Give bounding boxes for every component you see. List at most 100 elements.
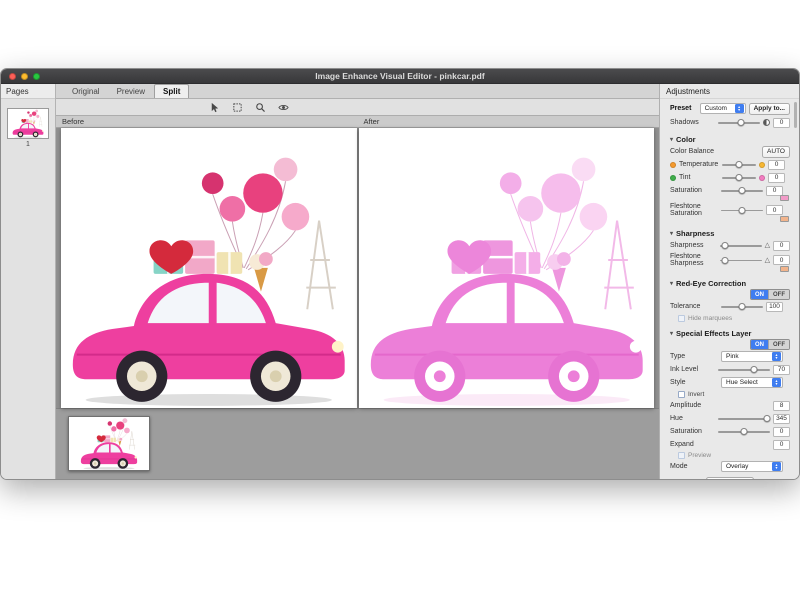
effect-type-label: Type bbox=[670, 353, 718, 360]
tolerance-value[interactable]: 100 bbox=[766, 302, 783, 312]
sharpness-triangle-icon: △ bbox=[765, 242, 770, 249]
fleshtone-saturation-swatch[interactable] bbox=[780, 216, 789, 222]
ink-level-slider[interactable] bbox=[718, 365, 770, 374]
tab-split[interactable]: Split bbox=[154, 84, 189, 98]
red-eye-section-header[interactable]: ▾ Red-Eye Correction bbox=[670, 277, 790, 289]
effect-saturation-value[interactable]: 0 bbox=[773, 427, 790, 437]
shadows-slider[interactable] bbox=[718, 118, 760, 127]
zoom-window-icon[interactable] bbox=[33, 73, 40, 80]
title-bar: Image Enhance Visual Editor - pinkcar.pd… bbox=[1, 69, 799, 84]
hide-marquees-checkbox[interactable] bbox=[678, 315, 685, 322]
sharpness-label: Sharpness bbox=[670, 242, 717, 249]
pages-panel: Pages 1 bbox=[1, 84, 56, 480]
effect-style-dropdown[interactable]: Hue Select ▲▼ bbox=[721, 377, 783, 388]
marquee-tool-icon[interactable] bbox=[231, 101, 243, 113]
page-thumbnail[interactable] bbox=[7, 108, 49, 139]
fleshtone-saturation-slider[interactable] bbox=[721, 206, 763, 215]
mode-label: Mode bbox=[670, 463, 718, 470]
adjustments-panel: Adjustments Preset Custom ▲▼ Apply to...… bbox=[659, 84, 799, 480]
select-tool-icon[interactable] bbox=[208, 101, 220, 113]
ink-level-value[interactable]: 70 bbox=[773, 365, 790, 375]
hue-slider[interactable] bbox=[718, 414, 770, 423]
close-window-icon[interactable] bbox=[9, 73, 16, 80]
effect-saturation-slider[interactable] bbox=[718, 427, 770, 436]
tolerance-label: Tolerance bbox=[670, 303, 718, 310]
tab-preview[interactable]: Preview bbox=[109, 84, 153, 98]
temperature-value[interactable]: 0 bbox=[768, 160, 785, 170]
after-canvas[interactable] bbox=[359, 128, 655, 408]
dropdown-arrows-icon: ▲▼ bbox=[772, 378, 781, 387]
before-label: Before bbox=[56, 116, 358, 127]
effect-type-value: Pink bbox=[726, 353, 739, 360]
window-title: Image Enhance Visual Editor - pinkcar.pd… bbox=[1, 71, 799, 81]
hue-value[interactable]: 345 bbox=[773, 414, 790, 424]
tint-slider[interactable] bbox=[722, 173, 756, 182]
preset-value: Custom bbox=[705, 105, 727, 112]
mode-value: Overlay bbox=[726, 463, 748, 470]
amplitude-value[interactable]: 8 bbox=[773, 401, 790, 411]
saturation-value[interactable]: 0 bbox=[766, 186, 783, 196]
fleshtone-sharpness-triangle-icon: △ bbox=[765, 257, 770, 264]
ink-level-label: Ink Level bbox=[670, 366, 715, 373]
dropdown-arrows-icon: ▲▼ bbox=[772, 462, 781, 471]
zoom-tool-icon[interactable] bbox=[254, 101, 266, 113]
temperature-color-swatch bbox=[759, 162, 765, 168]
preview-checkbox[interactable] bbox=[678, 452, 685, 459]
red-eye-on-off-toggle[interactable]: ON OFF bbox=[750, 289, 790, 300]
disclosure-icon: ▾ bbox=[670, 136, 673, 143]
tint-value[interactable]: 0 bbox=[768, 173, 785, 183]
effects-section-header[interactable]: ▾ Special Effects Layer bbox=[670, 327, 790, 339]
saturation-slider[interactable] bbox=[721, 186, 763, 195]
fleshtone-sharpness-value[interactable]: 0 bbox=[773, 255, 790, 265]
dropdown-arrows-icon: ▲▼ bbox=[772, 352, 781, 361]
tint-label: Tint bbox=[679, 174, 719, 181]
filmstrip-thumbnail[interactable] bbox=[68, 416, 150, 471]
effect-style-label: Style bbox=[670, 379, 718, 386]
color-balance-label: Color Balance bbox=[670, 148, 718, 155]
red-eye-on[interactable]: ON bbox=[751, 290, 768, 299]
saturation-label: Saturation bbox=[670, 187, 718, 194]
before-canvas[interactable] bbox=[61, 128, 357, 408]
preview-label: Preview bbox=[688, 452, 711, 459]
auto-button[interactable]: AUTO bbox=[762, 146, 790, 158]
page-number-label: 1 bbox=[1, 141, 55, 148]
sharpness-slider[interactable] bbox=[720, 241, 762, 250]
tolerance-slider[interactable] bbox=[721, 302, 763, 311]
effect-saturation-label: Saturation bbox=[670, 428, 715, 435]
effect-type-dropdown[interactable]: Pink ▲▼ bbox=[721, 351, 783, 362]
red-eye-off[interactable]: OFF bbox=[768, 290, 789, 299]
hide-marquees-label: Hide marquees bbox=[688, 315, 732, 322]
tab-original[interactable]: Original bbox=[64, 84, 108, 98]
color-section-header[interactable]: ▾ Color bbox=[670, 133, 790, 145]
fleshtone-saturation-value[interactable]: 0 bbox=[766, 205, 783, 215]
disclosure-icon: ▾ bbox=[670, 230, 673, 237]
mode-dropdown[interactable]: Overlay ▲▼ bbox=[721, 461, 783, 472]
apply-to-button[interactable]: Apply to... bbox=[749, 103, 790, 115]
preview-eye-icon[interactable] bbox=[277, 101, 289, 113]
saturation-swatch[interactable] bbox=[780, 195, 789, 201]
revert-button[interactable]: Revert bbox=[706, 477, 754, 480]
temperature-label: Temperature bbox=[679, 161, 719, 168]
fleshtone-sharpness-swatch[interactable] bbox=[780, 266, 789, 272]
tint-green-icon bbox=[670, 175, 676, 181]
expand-value[interactable]: 0 bbox=[773, 440, 790, 450]
adjustments-scrollbar[interactable] bbox=[794, 102, 797, 128]
disclosure-icon: ▾ bbox=[670, 280, 673, 287]
sharpness-value[interactable]: 0 bbox=[773, 241, 790, 251]
invert-checkbox[interactable] bbox=[678, 391, 685, 398]
effects-on[interactable]: ON bbox=[751, 340, 768, 349]
preset-dropdown[interactable]: Custom ▲▼ bbox=[700, 103, 746, 114]
fleshtone-sharpness-slider[interactable] bbox=[720, 256, 762, 265]
minimize-window-icon[interactable] bbox=[21, 73, 28, 80]
tint-color-swatch bbox=[759, 175, 765, 181]
amplitude-label: Amplitude bbox=[670, 402, 718, 409]
effects-on-off-toggle[interactable]: ON OFF bbox=[750, 339, 790, 350]
expand-label: Expand bbox=[670, 441, 718, 448]
dropdown-arrows-icon: ▲▼ bbox=[735, 104, 744, 113]
temperature-slider[interactable] bbox=[722, 160, 756, 169]
shadows-value[interactable]: 0 bbox=[773, 118, 790, 128]
sharpness-section-header[interactable]: ▾ Sharpness bbox=[670, 227, 790, 239]
editor-center: Original Preview Split Before bbox=[56, 84, 659, 480]
pages-panel-title: Pages bbox=[1, 84, 55, 99]
effects-off[interactable]: OFF bbox=[768, 340, 789, 349]
